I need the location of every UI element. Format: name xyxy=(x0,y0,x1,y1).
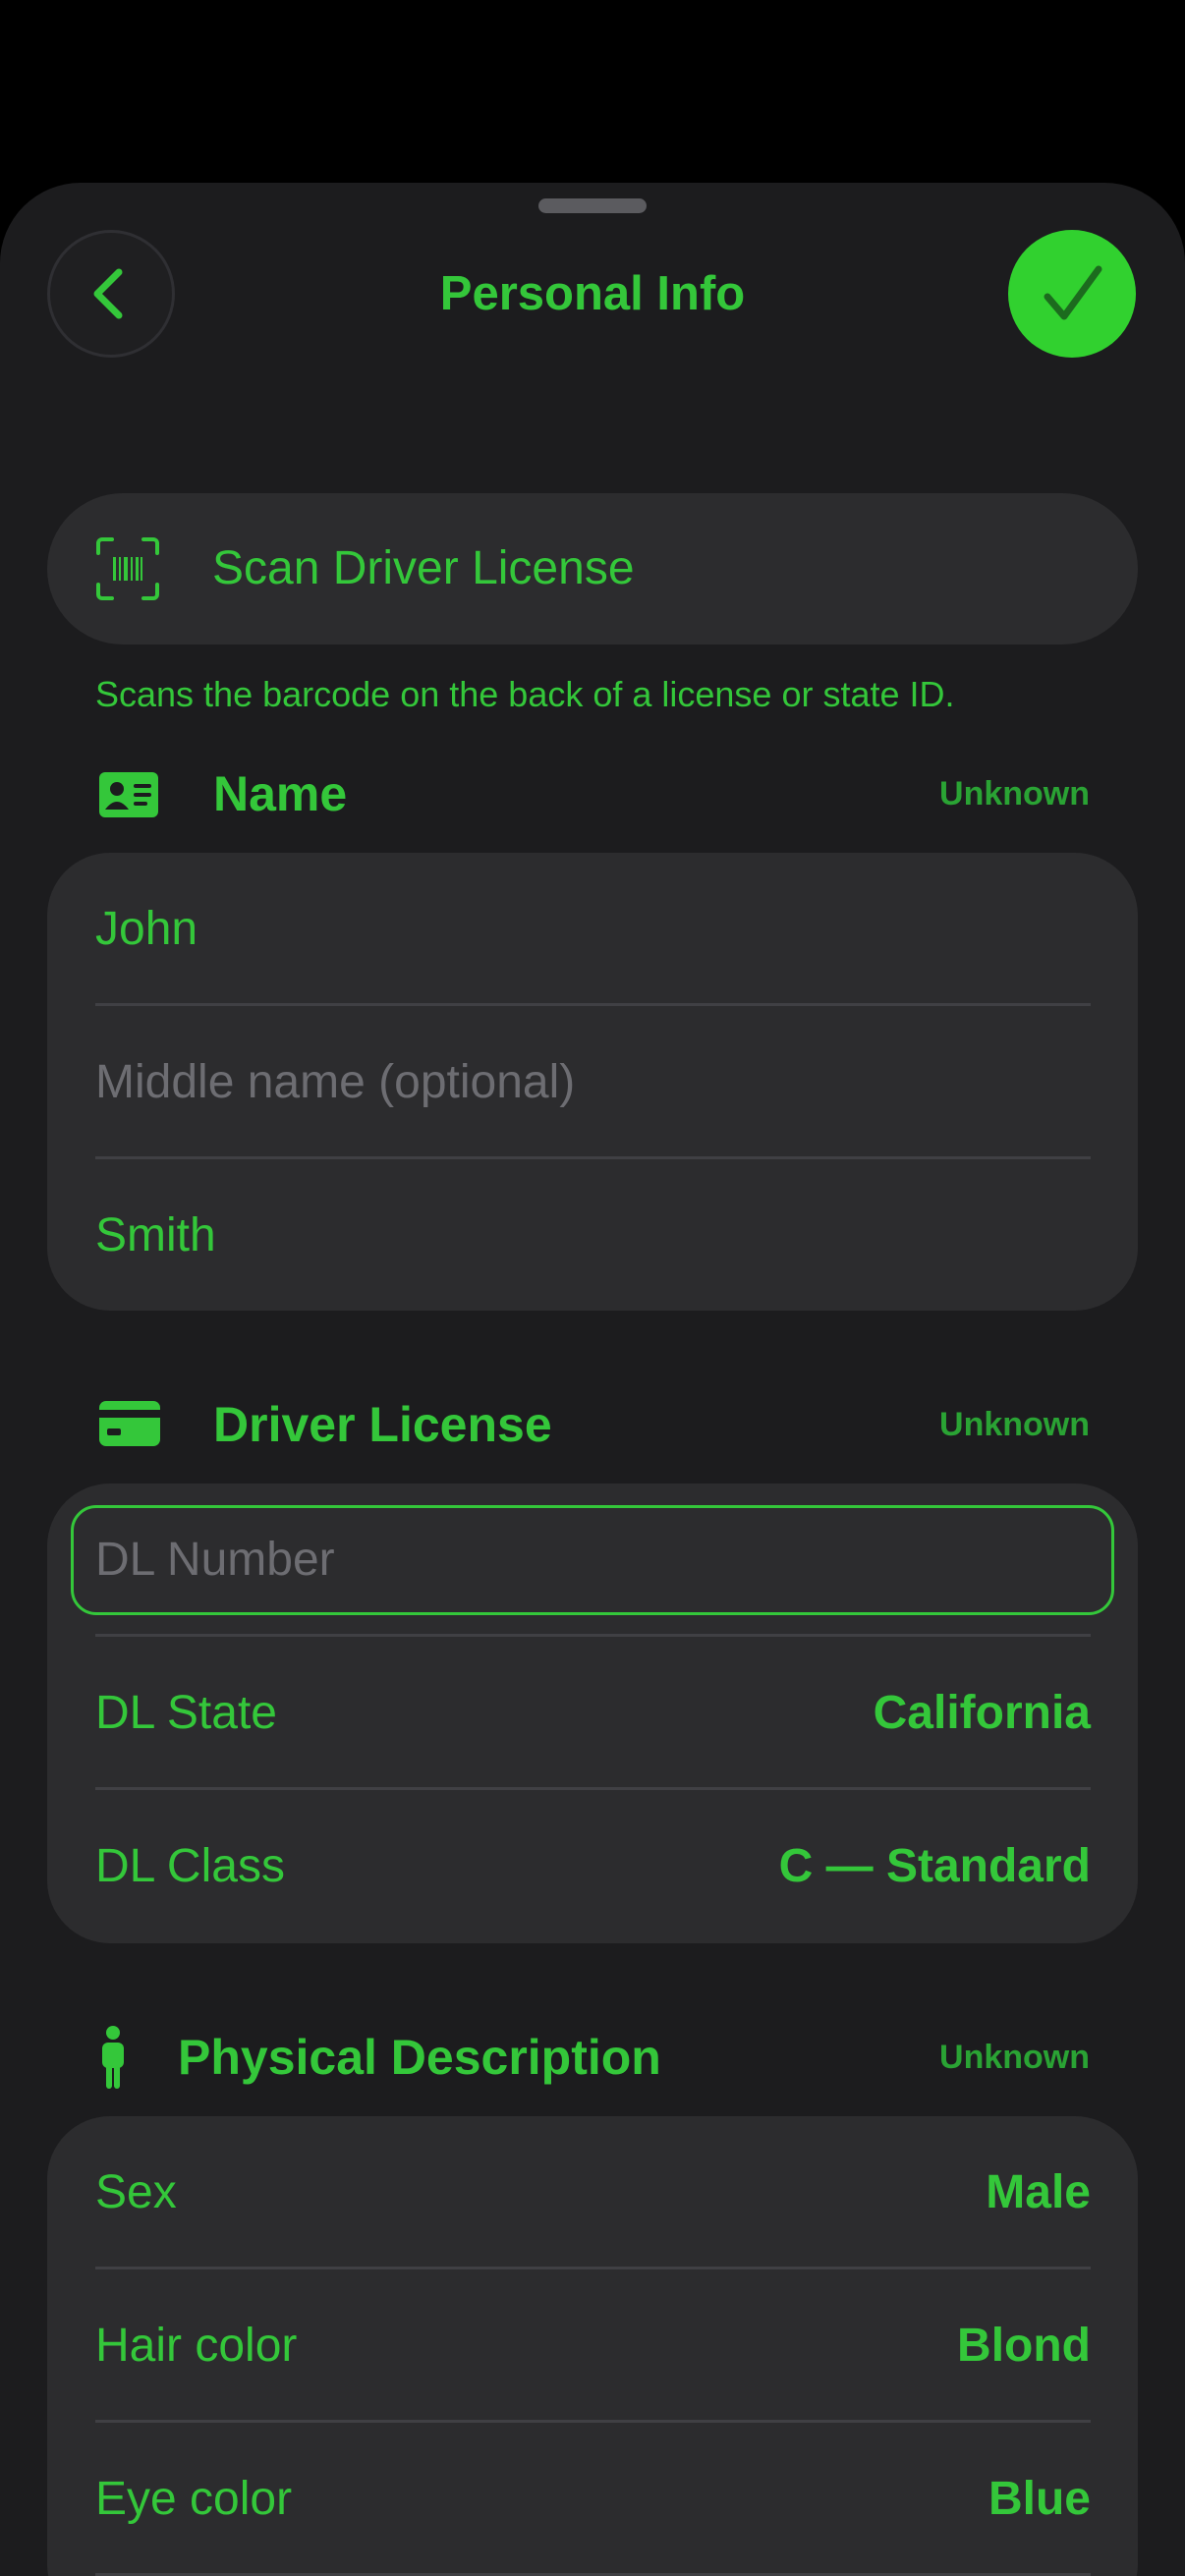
name-section-title: Name xyxy=(213,766,348,821)
dl-class-value: C — Standard xyxy=(778,1840,1091,1892)
license-section-title: Driver License xyxy=(213,1397,552,1452)
name-section-status: Unknown xyxy=(939,775,1090,812)
checkmark-icon xyxy=(1044,265,1102,320)
license-section-status: Unknown xyxy=(939,1406,1090,1443)
chevron-left-icon xyxy=(93,268,123,319)
dl-class-label: DL Class xyxy=(95,1840,285,1892)
credit-card-icon xyxy=(99,1401,160,1446)
scan-label: Scan Driver License xyxy=(212,542,635,594)
barcode-scan-icon xyxy=(96,537,159,600)
scan-caption: Scans the barcode on the back of a licen… xyxy=(95,674,955,714)
license-section-header: Driver License Unknown xyxy=(0,1385,1185,1464)
license-fields-group: DL Number DL State California DL Class C… xyxy=(47,1484,1138,1943)
first-name-value: John xyxy=(95,903,198,955)
physical-section-header: Physical Description Unknown xyxy=(0,2018,1185,2097)
hair-color-row[interactable]: Hair color Blond xyxy=(47,2269,1138,2423)
last-name-value: Smith xyxy=(95,1209,216,1261)
name-fields-group: John Middle name (optional) Smith xyxy=(47,853,1138,1311)
sex-label: Sex xyxy=(95,2166,177,2218)
name-section-header: Name Unknown xyxy=(0,755,1185,833)
dl-class-row[interactable]: DL Class C — Standard xyxy=(47,1790,1138,1943)
first-name-field[interactable]: John xyxy=(47,853,1138,1006)
back-button[interactable] xyxy=(47,230,175,358)
sheet-grabber[interactable] xyxy=(538,198,647,213)
page-title: Personal Info xyxy=(439,267,746,320)
dl-number-placeholder: DL Number xyxy=(95,1534,335,1586)
dl-state-label: DL State xyxy=(95,1687,277,1739)
hair-color-value: Blond xyxy=(957,2320,1091,2372)
eye-color-value: Blue xyxy=(988,2473,1091,2525)
done-button[interactable] xyxy=(1008,230,1136,358)
sex-value: Male xyxy=(986,2166,1091,2218)
middle-name-field[interactable]: Middle name (optional) xyxy=(47,1006,1138,1159)
sex-row[interactable]: Sex Male xyxy=(47,2116,1138,2269)
scan-driver-license-button[interactable]: Scan Driver License xyxy=(47,493,1138,644)
person-icon xyxy=(102,2026,124,2089)
dl-number-field[interactable]: DL Number xyxy=(47,1484,1138,1637)
physical-section-title: Physical Description xyxy=(178,2030,661,2085)
last-name-field[interactable]: Smith xyxy=(47,1159,1138,1311)
dl-state-row[interactable]: DL State California xyxy=(47,1637,1138,1790)
eye-color-row[interactable]: Eye color Blue xyxy=(47,2423,1138,2576)
physical-section-status: Unknown xyxy=(939,2039,1090,2076)
eye-color-label: Eye color xyxy=(95,2473,293,2525)
personal-info-sheet: Personal Info Scan Driver License Scans … xyxy=(0,183,1185,2576)
hair-color-label: Hair color xyxy=(95,2320,298,2372)
middle-name-placeholder: Middle name (optional) xyxy=(95,1056,576,1108)
id-card-icon xyxy=(99,772,158,817)
physical-fields-group: Sex Male Hair color Blond Eye color Blue xyxy=(47,2116,1138,2576)
dl-state-value: California xyxy=(873,1687,1091,1739)
